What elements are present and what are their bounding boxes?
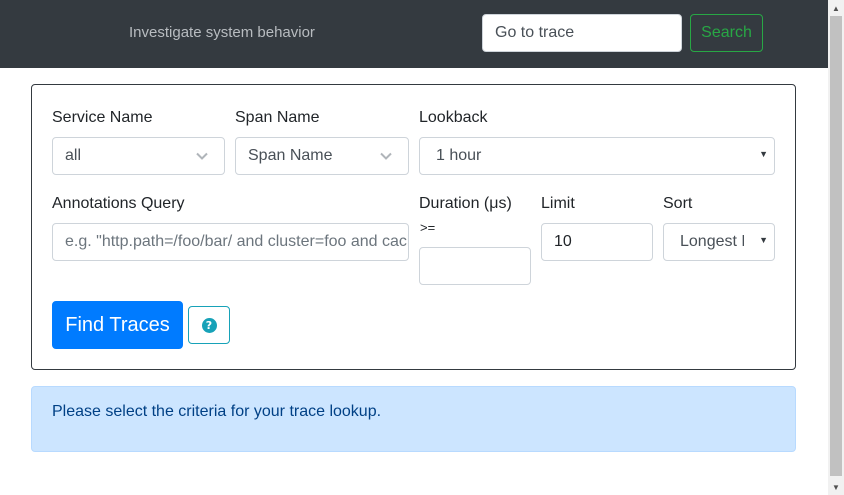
service-name-select[interactable]: all [52, 137, 225, 175]
chevron-down-icon [380, 152, 392, 160]
span-name-value: Span Name [248, 147, 333, 164]
find-traces-button[interactable]: Find Traces [52, 301, 183, 349]
lookback-value: 1 hour [436, 147, 482, 164]
alert-message: Please select the criteria for your trac… [52, 403, 382, 420]
span-name-label: Span Name [235, 109, 320, 126]
annotations-query-input[interactable]: e.g. "http.path=/foo/bar/ and cluster=fo… [52, 223, 409, 261]
help-button[interactable]: ? [188, 306, 230, 344]
service-name-label: Service Name [52, 109, 153, 126]
scroll-up-arrow-icon[interactable]: ▲ [828, 0, 844, 16]
go-to-trace-input[interactable] [482, 14, 682, 52]
search-button[interactable]: Search [690, 14, 763, 52]
service-name-value: all [65, 147, 82, 164]
duration-label: Duration (μs) [419, 195, 512, 212]
info-alert: Please select the criteria for your trac… [31, 386, 796, 452]
lookback-label: Lookback [419, 109, 488, 126]
duration-input[interactable] [419, 247, 531, 285]
question-circle-icon: ? [201, 317, 217, 333]
limit-label: Limit [541, 195, 575, 212]
sort-select[interactable]: Longest First ▼ [663, 223, 775, 261]
limit-input[interactable]: 10 [541, 223, 653, 261]
caret-down-icon: ▼ [759, 149, 768, 159]
scroll-down-arrow-icon[interactable]: ▼ [828, 479, 844, 495]
chevron-down-icon [196, 152, 208, 160]
sort-label: Sort [663, 195, 693, 212]
sort-value: Longest First [680, 233, 744, 250]
scrollbar-thumb[interactable] [830, 16, 842, 476]
span-name-select[interactable]: Span Name [235, 137, 409, 175]
duration-operator: >= [420, 220, 436, 235]
annotations-query-placeholder: e.g. "http.path=/foo/bar/ and cluster=fo… [65, 233, 408, 250]
caret-down-icon: ▼ [759, 235, 768, 245]
lookback-select[interactable]: 1 hour ▼ [419, 137, 775, 175]
tagline: Investigate system behavior [129, 24, 315, 41]
annotations-query-label: Annotations Query [52, 195, 185, 212]
vertical-scrollbar[interactable]: ▲ ▼ [828, 0, 844, 495]
limit-value: 10 [554, 233, 572, 250]
top-navbar: Investigate system behavior Search [0, 0, 828, 68]
